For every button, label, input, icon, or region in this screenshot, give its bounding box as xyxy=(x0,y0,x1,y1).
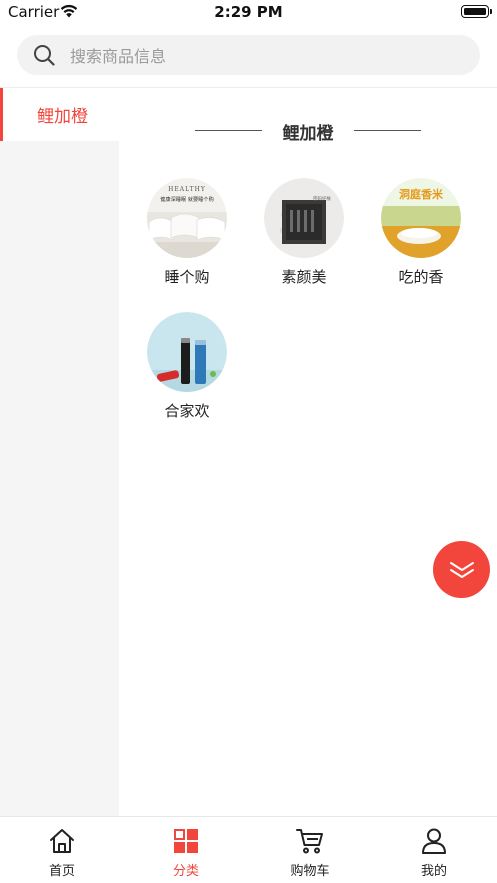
scroll-down-button[interactable] xyxy=(433,541,490,598)
thumb-subtext: 密码护肤 xyxy=(313,195,331,202)
search-input[interactable]: 搜索商品信息 xyxy=(17,35,480,75)
cart-icon xyxy=(296,829,323,854)
section-header: 鲤加橙 xyxy=(119,116,497,146)
tab-profile[interactable]: 我的 xyxy=(372,817,496,883)
clock: 2:29 PM xyxy=(214,3,283,21)
product-thumbnail: 3 密码护肤 xyxy=(264,178,344,258)
product-item[interactable]: HEALTHY 健康深睡眠 就要睡个购 睡个购 xyxy=(147,178,227,287)
product-name: 睡个购 xyxy=(164,268,210,286)
sidebar-item-label: 鲤加橙 xyxy=(37,107,88,127)
product-thumbnail xyxy=(147,312,227,392)
product-thumbnail: 洞庭香米 xyxy=(381,178,461,258)
tab-cart-label: 购物车 xyxy=(290,864,330,879)
status-bar: Carrier 2:29 PM xyxy=(0,0,497,26)
header-divider-right xyxy=(354,130,421,131)
thumb-text: HEALTHY xyxy=(168,186,206,193)
category-grid-icon xyxy=(174,829,198,853)
battery-icon xyxy=(461,5,492,18)
product-item[interactable]: 洞庭香米 吃的香 xyxy=(381,178,461,287)
product-name: 合家欢 xyxy=(164,402,210,420)
product-name: 吃的香 xyxy=(398,268,444,286)
tab-category-label: 分类 xyxy=(172,864,199,879)
section-title: 鲤加橙 xyxy=(282,124,334,144)
product-name: 素颜美 xyxy=(281,268,327,286)
thumb-text: 洞庭香米 xyxy=(399,187,444,201)
category-content: 鲤加橙 HEALTHY 健康深睡眠 就要睡个购 睡个购 3 xyxy=(119,88,497,816)
sidebar-item-lijiacheng[interactable]: 鲤加橙 xyxy=(0,88,119,141)
tab-home[interactable]: 首页 xyxy=(0,817,124,883)
search-placeholder: 搜索商品信息 xyxy=(70,47,167,66)
user-icon xyxy=(422,828,446,854)
product-thumbnail: HEALTHY 健康深睡眠 就要睡个购 xyxy=(147,178,227,258)
tab-cart[interactable]: 购物车 xyxy=(248,817,372,883)
tab-profile-label: 我的 xyxy=(420,864,447,879)
product-item[interactable]: 3 密码护肤 素颜美 xyxy=(264,178,344,287)
product-item[interactable]: 合家欢 xyxy=(147,312,227,421)
tab-home-label: 首页 xyxy=(48,864,75,879)
search-icon xyxy=(34,45,55,66)
tab-bar: 首页 分类 购物车 我的 xyxy=(0,816,497,883)
tab-category[interactable]: 分类 xyxy=(124,817,248,883)
thumb-subtext: 健康深睡眠 就要睡个购 xyxy=(160,195,214,203)
home-icon xyxy=(50,829,74,853)
category-sidebar: 鲤加橙 xyxy=(0,88,119,816)
double-chevron-down-icon xyxy=(449,561,474,578)
